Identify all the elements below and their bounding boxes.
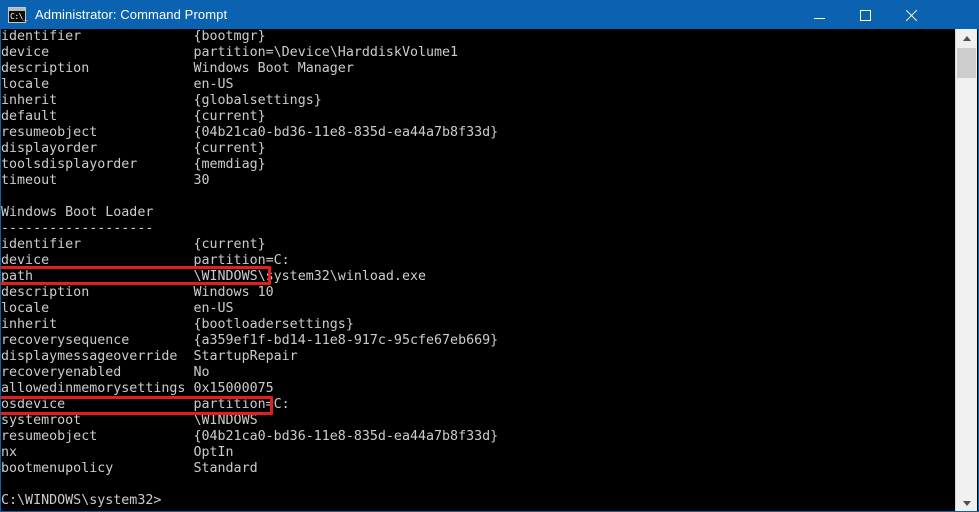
- scrollbar-thumb[interactable]: [957, 48, 976, 78]
- window-titlebar[interactable]: C:\_ Administrator: Command Prompt: [1, 1, 978, 29]
- icon-prompt-glyph: C:\_: [10, 12, 28, 21]
- minimize-button[interactable]: [796, 1, 842, 29]
- scroll-up-arrow[interactable]: [956, 29, 977, 47]
- scroll-down-arrow[interactable]: [956, 494, 977, 511]
- chevron-up-icon: [962, 35, 971, 41]
- window-title: Administrator: Command Prompt: [35, 7, 228, 22]
- minimize-icon: [813, 17, 825, 19]
- command-prompt-icon: C:\_: [8, 7, 28, 23]
- maximize-icon: [859, 9, 871, 21]
- console-text: identifier {bootmgr} device partition=\D…: [1, 29, 499, 508]
- chevron-down-icon: [962, 500, 971, 506]
- command-prompt-window: C:\_ Administrator: Command Prompt ident…: [0, 0, 979, 512]
- close-button[interactable]: [888, 1, 934, 29]
- close-icon: [905, 9, 918, 22]
- maximize-button[interactable]: [842, 1, 888, 29]
- console-output-area[interactable]: identifier {bootmgr} device partition=\D…: [1, 29, 956, 511]
- console-scrollbar[interactable]: [955, 29, 977, 511]
- scrollbar-track[interactable]: [956, 47, 977, 494]
